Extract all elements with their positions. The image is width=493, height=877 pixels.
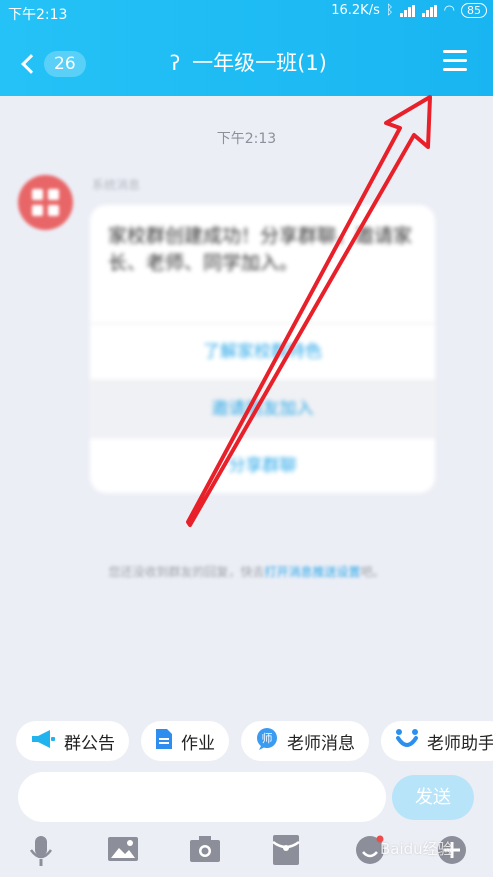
send-button[interactable]: 发送 — [392, 775, 474, 820]
sender-name: 系统消息 — [92, 178, 141, 192]
microphone-icon[interactable] — [26, 834, 56, 866]
megaphone-icon — [30, 729, 56, 754]
notice-text: 您还没收到群友的回复，快去 — [108, 565, 265, 579]
red-packet-icon[interactable] — [272, 834, 302, 865]
teacher-icon: 师 — [255, 727, 279, 756]
push-settings-link[interactable]: 打开消息推送设置 — [264, 565, 360, 579]
avatar[interactable] — [18, 175, 73, 230]
quick-action-bar: 群公告 作业 师 老师消息 老师助手 — [16, 721, 493, 763]
page-title: ʔ 一年级一班(1) — [0, 49, 493, 77]
wifi-icon: ◠ — [443, 3, 455, 18]
document-icon — [155, 728, 173, 755]
chip-label: 群公告 — [64, 733, 115, 754]
svg-text:师: 师 — [262, 732, 273, 745]
message-card: 家校群创建成功！分享群聊，邀请家长、老师、同学加入。 了解家校群特色 邀请朋友加… — [90, 205, 435, 493]
learn-features-button[interactable]: 了解家校群特色 — [90, 323, 435, 380]
image-icon[interactable] — [107, 834, 138, 864]
signal-icon — [399, 4, 416, 17]
group-name: 一年级一班(1) — [192, 51, 327, 75]
status-bar: 下午2:13 16.2K/s ᛒ ◠ 85 — [0, 0, 493, 24]
chip-teacher-messages[interactable]: 师 老师消息 — [241, 721, 369, 761]
message-timestamp: 下午2:13 — [216, 131, 277, 147]
bluetooth-icon: ᛒ — [385, 3, 394, 18]
chip-label: 老师消息 — [287, 733, 355, 754]
chip-announcement[interactable]: 群公告 — [16, 721, 129, 761]
chip-label: 老师助手 — [427, 733, 493, 754]
chip-teacher-assistant[interactable]: 老师助手 — [381, 721, 493, 761]
camera-icon[interactable] — [189, 834, 220, 864]
notice-suffix: 吧。 — [360, 565, 385, 579]
message-input[interactable] — [18, 772, 386, 822]
share-group-button[interactable]: 分享群聊 — [90, 437, 435, 493]
ear-icon: ʔ — [170, 51, 181, 75]
menu-button[interactable] — [443, 50, 467, 72]
signal-icon-2 — [421, 4, 438, 17]
nav-bar: 26 ʔ 一年级一班(1) — [0, 36, 493, 90]
chip-homework[interactable]: 作业 — [141, 721, 229, 761]
watermark: Baidu经验 — [380, 840, 453, 858]
status-indicators: 16.2K/s ᛒ ◠ 85 — [331, 3, 487, 18]
net-speed: 16.2K/s — [331, 3, 380, 18]
status-time: 下午2:13 — [8, 7, 68, 23]
invite-friends-button[interactable]: 邀请朋友加入 — [90, 380, 435, 437]
push-notice: 您还没收到群友的回复，快去打开消息推送设置吧。 — [0, 563, 493, 580]
message-text: 家校群创建成功！分享群聊，邀请家长、老师、同学加入。 — [108, 225, 413, 274]
chip-label: 作业 — [181, 733, 215, 754]
teacher-assistant-icon — [395, 728, 419, 755]
battery-icon: 85 — [461, 3, 487, 18]
header: 下午2:13 16.2K/s ᛒ ◠ 85 26 ʔ 一年级一班(1) — [0, 0, 493, 96]
